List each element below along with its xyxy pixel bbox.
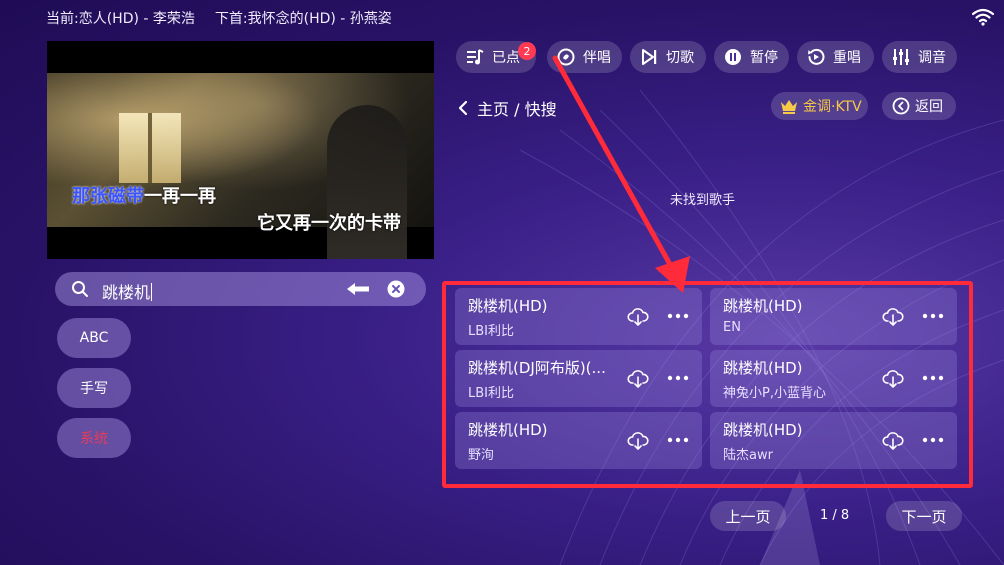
song-card[interactable]: 跳楼机(HD) 神兔小P,小蓝背心 bbox=[710, 350, 957, 407]
song-artist: LBI利比 bbox=[468, 386, 514, 401]
search-input[interactable]: 跳楼机 bbox=[102, 279, 153, 303]
replay-button[interactable]: 重唱 bbox=[797, 41, 874, 73]
prev-page-button[interactable]: 上一页 bbox=[710, 501, 786, 531]
song-title: 跳楼机(HD) bbox=[723, 359, 803, 377]
download-cloud-icon[interactable] bbox=[882, 306, 904, 328]
page-indicator: 1 / 8 bbox=[820, 508, 850, 523]
song-title: 跳楼机(HD) bbox=[468, 297, 548, 315]
playlist-icon bbox=[467, 49, 484, 65]
lyric-line-2: 它又再一次的卡带 bbox=[257, 213, 401, 234]
more-options-icon[interactable] bbox=[922, 437, 944, 443]
text-cursor bbox=[151, 283, 153, 301]
song-title: 跳楼机(HD) bbox=[723, 297, 803, 315]
song-card[interactable]: 跳楼机(HD) EN bbox=[710, 288, 957, 345]
search-box[interactable]: 跳楼机 bbox=[55, 272, 426, 306]
tune-button[interactable]: 调音 bbox=[882, 41, 957, 73]
search-value: 跳楼机 bbox=[102, 283, 151, 302]
wifi-icon bbox=[972, 8, 994, 26]
current-song: 恋人(HD) - 李荣浩 bbox=[78, 11, 195, 27]
song-card[interactable]: 跳楼机(HD) 野洵 bbox=[455, 412, 702, 469]
song-card[interactable]: 跳楼机(HD) LBI利比 bbox=[455, 288, 702, 345]
song-title: 跳楼机(HD) bbox=[468, 421, 548, 439]
backspace-icon[interactable] bbox=[345, 281, 371, 297]
pause-icon bbox=[725, 49, 741, 65]
next-label: 下首: bbox=[214, 11, 248, 27]
current-label: 当前: bbox=[46, 11, 79, 27]
replay-icon bbox=[808, 48, 825, 65]
more-options-icon[interactable] bbox=[922, 375, 944, 381]
song-card[interactable]: 跳楼机(DJ阿布版)(... LBI利比 bbox=[455, 350, 702, 407]
back-arrow-icon bbox=[892, 97, 910, 115]
song-artist: 神兔小P,小蓝背心 bbox=[723, 386, 826, 401]
no-artist-message: 未找到歌手 bbox=[670, 193, 736, 208]
accompany-label: 伴唱 bbox=[583, 50, 611, 66]
song-card[interactable]: 跳楼机(HD) 陆杰awr bbox=[710, 412, 957, 469]
pause-label: 暂停 bbox=[750, 50, 778, 66]
back-button[interactable]: 返回 bbox=[882, 92, 956, 120]
download-cloud-icon[interactable] bbox=[627, 306, 649, 328]
breadcrumb[interactable]: 主页 / 快搜 bbox=[457, 96, 557, 120]
queued-label: 已点 bbox=[492, 50, 520, 66]
song-artist: EN bbox=[723, 320, 741, 335]
download-cloud-icon[interactable] bbox=[627, 368, 649, 390]
download-cloud-icon[interactable] bbox=[627, 430, 649, 452]
keyboard-system-button[interactable]: 系统 bbox=[57, 418, 131, 458]
more-options-icon[interactable] bbox=[667, 313, 689, 319]
brand-badge[interactable]: 金调·KTV bbox=[771, 92, 868, 120]
skip-icon bbox=[642, 49, 657, 65]
song-artist: 陆杰awr bbox=[723, 448, 773, 463]
skip-label: 切歌 bbox=[666, 50, 694, 66]
video-window-shape bbox=[119, 113, 181, 183]
clear-icon[interactable] bbox=[387, 280, 405, 298]
tune-label: 调音 bbox=[918, 50, 946, 66]
song-title: 跳楼机(HD) bbox=[723, 421, 803, 439]
crown-icon bbox=[781, 100, 797, 114]
chevron-left-icon bbox=[458, 100, 468, 116]
next-page-button[interactable]: 下一页 bbox=[886, 501, 962, 531]
more-options-icon[interactable] bbox=[667, 437, 689, 443]
next-song: 我怀念的(HD) - 孙燕姿 bbox=[247, 11, 392, 27]
lyric-unsung-part: 一再一再 bbox=[144, 186, 216, 207]
replay-label: 重唱 bbox=[833, 50, 861, 66]
song-artist: 野洵 bbox=[468, 448, 495, 463]
download-cloud-icon[interactable] bbox=[882, 368, 904, 390]
skip-song-button[interactable]: 切歌 bbox=[630, 41, 706, 73]
song-artist: LBI利比 bbox=[468, 324, 514, 339]
accompany-button[interactable]: 伴唱 bbox=[547, 41, 622, 73]
lyric-sung-part: 那张磁带 bbox=[72, 186, 144, 207]
song-title: 跳楼机(DJ阿布版)(... bbox=[468, 359, 606, 377]
accompany-icon bbox=[557, 48, 575, 66]
pause-button[interactable]: 暂停 bbox=[714, 41, 789, 73]
search-icon bbox=[72, 281, 88, 297]
breadcrumb-text: 主页 / 快搜 bbox=[477, 100, 557, 119]
back-label: 返回 bbox=[915, 99, 943, 115]
now-playing-bar: 当前:恋人(HD) - 李荣浩 下首:我怀念的(HD) - 孙燕姿 bbox=[46, 8, 392, 28]
keyboard-abc-button[interactable]: ABC bbox=[57, 318, 131, 358]
queued-count-badge: 2 bbox=[518, 42, 536, 60]
equalizer-icon bbox=[893, 49, 909, 65]
brand-label: 金调·KTV bbox=[803, 99, 862, 115]
video-preview[interactable]: 那张磁带一再一再 它又再一次的卡带 bbox=[47, 41, 434, 259]
video-person-shape bbox=[327, 105, 407, 259]
keyboard-handwriting-button[interactable]: 手写 bbox=[57, 368, 131, 408]
more-options-icon[interactable] bbox=[667, 375, 689, 381]
more-options-icon[interactable] bbox=[922, 313, 944, 319]
lyric-line-1: 那张磁带一再一再 bbox=[72, 182, 216, 208]
download-cloud-icon[interactable] bbox=[882, 430, 904, 452]
